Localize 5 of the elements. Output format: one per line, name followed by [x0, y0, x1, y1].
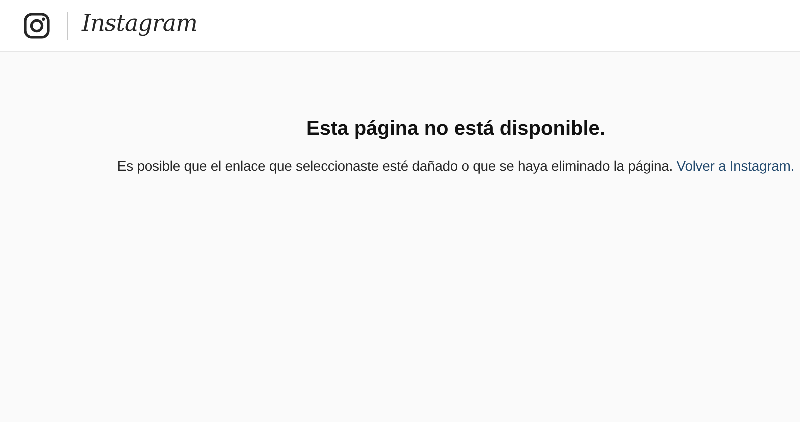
- error-message: Es posible que el enlace que seleccionaste esté dañado o que se haya eliminado la página. Volver a Instagram.: [117, 158, 795, 174]
- logo-wordmark[interactable]: Instagram: [82, 10, 198, 36]
- back-link[interactable]: Volver a Instagram.: [676, 158, 795, 174]
- camera-icon[interactable]: [24, 12, 50, 38]
- error-title: Esta página no está disponible.: [306, 118, 606, 141]
